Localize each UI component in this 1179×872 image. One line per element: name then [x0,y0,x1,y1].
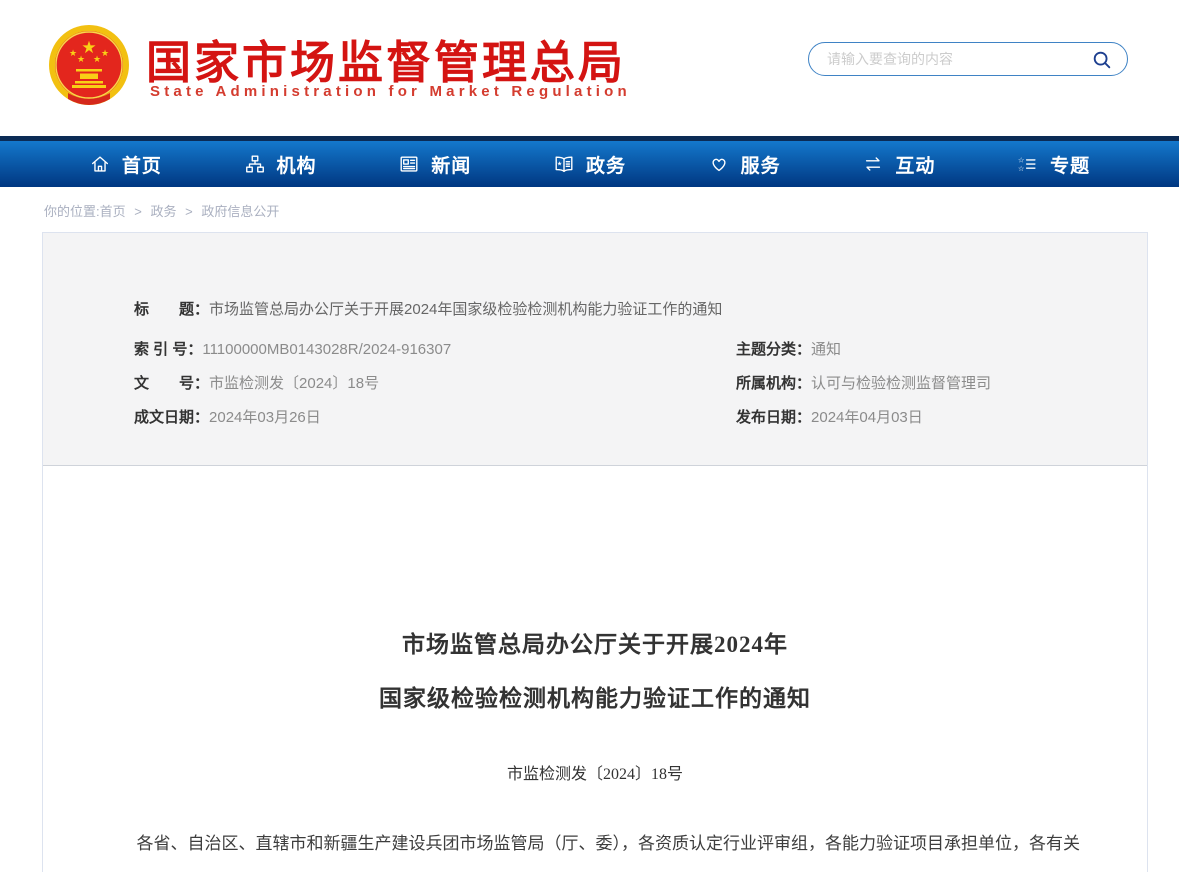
document-title: 市场监管总局办公厅关于开展2024年 国家级检验检测机构能力验证工作的通知 [43,618,1147,726]
meta-row-publish-date: 发布日期：2024年04月03日 [736,401,1147,435]
nav-item-services[interactable]: 服务 [708,151,781,178]
meta-label-index-no: 索 引 号： [134,341,202,358]
home-icon [89,153,111,175]
nav-item-government-affairs[interactable]: ★ 政务 [553,151,626,178]
nav-item-organization[interactable]: 机构 [244,151,317,178]
meta-row-agency: 所属机构：认可与检验检测监督管理司 [736,367,1147,401]
meta-value-title: 市场监管总局办公厅关于开展2024年国家级检验检测机构能力验证工作的通知 [209,301,722,318]
svg-text:★: ★ [93,54,101,64]
breadcrumb-gov[interactable]: 政务 [150,204,176,219]
search-button[interactable] [1089,46,1115,72]
main-nav: 首页 机构 新闻 ★ 政务 服务 互动 ☆☆ 专题 [0,136,1179,187]
nav-item-news[interactable]: 新闻 [398,151,471,178]
breadcrumb-prefix: 你的位置: [44,204,100,219]
meta-label-category: 主题分类： [736,341,811,358]
document-title-line1: 市场监管总局办公厅关于开展2024年 [43,618,1147,672]
meta-label-doc-no: 文 号： [134,375,209,392]
meta-label-title: 标 题： [134,301,209,318]
nav-label: 首页 [122,151,162,178]
document-paragraph: 各省、自治区、直辖市和新疆生产建设兵团市场监管局（厅、委），各资质认定行业评审组… [103,822,1088,872]
breadcrumb-home[interactable]: 首页 [100,204,126,219]
document-meta-section: 标 题：市场监管总局办公厅关于开展2024年国家级检验检测机构能力验证工作的通知… [43,233,1147,466]
meta-label-written-date: 成文日期： [134,409,209,426]
nav-item-topics[interactable]: ☆☆ 专题 [1017,151,1090,178]
search-box[interactable] [808,42,1128,76]
topics-list-icon: ☆☆ [1017,153,1039,175]
svg-text:★: ★ [101,48,109,58]
swap-arrows-icon [862,153,884,175]
nav-item-home[interactable]: 首页 [89,151,162,178]
meta-value-publish-date: 2024年04月03日 [811,409,923,426]
meta-value-doc-no: 市监检测发〔2024〕18号 [209,375,379,392]
heart-icon [708,153,730,175]
meta-row-title: 标 题：市场监管总局办公厅关于开展2024年国家级检验检测机构能力验证工作的通知 [134,293,1147,327]
nav-label: 互动 [895,151,935,178]
nav-label: 新闻 [431,151,471,178]
nav-label: 服务 [741,151,781,178]
search-icon [1091,48,1113,70]
site-header: ★★★★★ 国家市场监督管理总局 State Administration fo… [0,0,1179,136]
meta-value-agency: 认可与检验检测监督管理司 [811,375,991,392]
nav-label: 专题 [1050,151,1090,178]
meta-row-doc-no: 文 号：市监检测发〔2024〕18号 [134,367,736,401]
svg-text:★: ★ [557,160,563,167]
meta-row-written-date: 成文日期：2024年03月26日 [134,401,736,435]
meta-label-publish-date: 发布日期： [736,409,811,426]
meta-value-written-date: 2024年03月26日 [209,409,321,426]
news-icon [398,153,420,175]
svg-text:★: ★ [69,48,77,58]
nav-label: 机构 [277,151,317,178]
meta-grid: 标 题：市场监管总局办公厅关于开展2024年国家级检验检测机构能力验证工作的通知… [134,293,1147,435]
breadcrumb-info-disclosure[interactable]: 政府信息公开 [201,204,279,219]
document-title-line2: 国家级检验检测机构能力验证工作的通知 [43,672,1147,726]
meta-value-category: 通知 [811,341,841,358]
breadcrumb-separator: > [134,204,142,219]
document-body-section: 市场监管总局办公厅关于开展2024年 国家级检验检测机构能力验证工作的通知 市监… [43,466,1147,872]
site-subtitle: State Administration for Market Regulati… [150,83,631,100]
sitemap-icon [244,153,266,175]
meta-row-category: 主题分类：通知 [736,333,1147,367]
gov-book-icon: ★ [553,153,575,175]
national-emblem-icon: ★★★★★ [47,24,131,108]
meta-label-agency: 所属机构： [736,375,811,392]
site-title: 国家市场监督管理总局 [146,26,626,91]
document-number: 市监检测发〔2024〕18号 [43,760,1147,784]
meta-row-index-no: 索 引 号：11100000MB0143028R/2024-916307 [134,333,736,367]
content-panel: 标 题：市场监管总局办公厅关于开展2024年国家级检验检测机构能力验证工作的通知… [42,232,1148,872]
search-input[interactable] [827,51,1089,67]
nav-label: 政务 [586,151,626,178]
svg-text:★: ★ [77,54,85,64]
svg-text:☆: ☆ [1018,164,1026,173]
breadcrumb-separator: > [185,204,193,219]
breadcrumb: 你的位置:首页 > 政务 > 政府信息公开 [44,201,1179,220]
meta-value-index-no: 11100000MB0143028R/2024-916307 [202,341,451,358]
nav-item-interaction[interactable]: 互动 [862,151,935,178]
